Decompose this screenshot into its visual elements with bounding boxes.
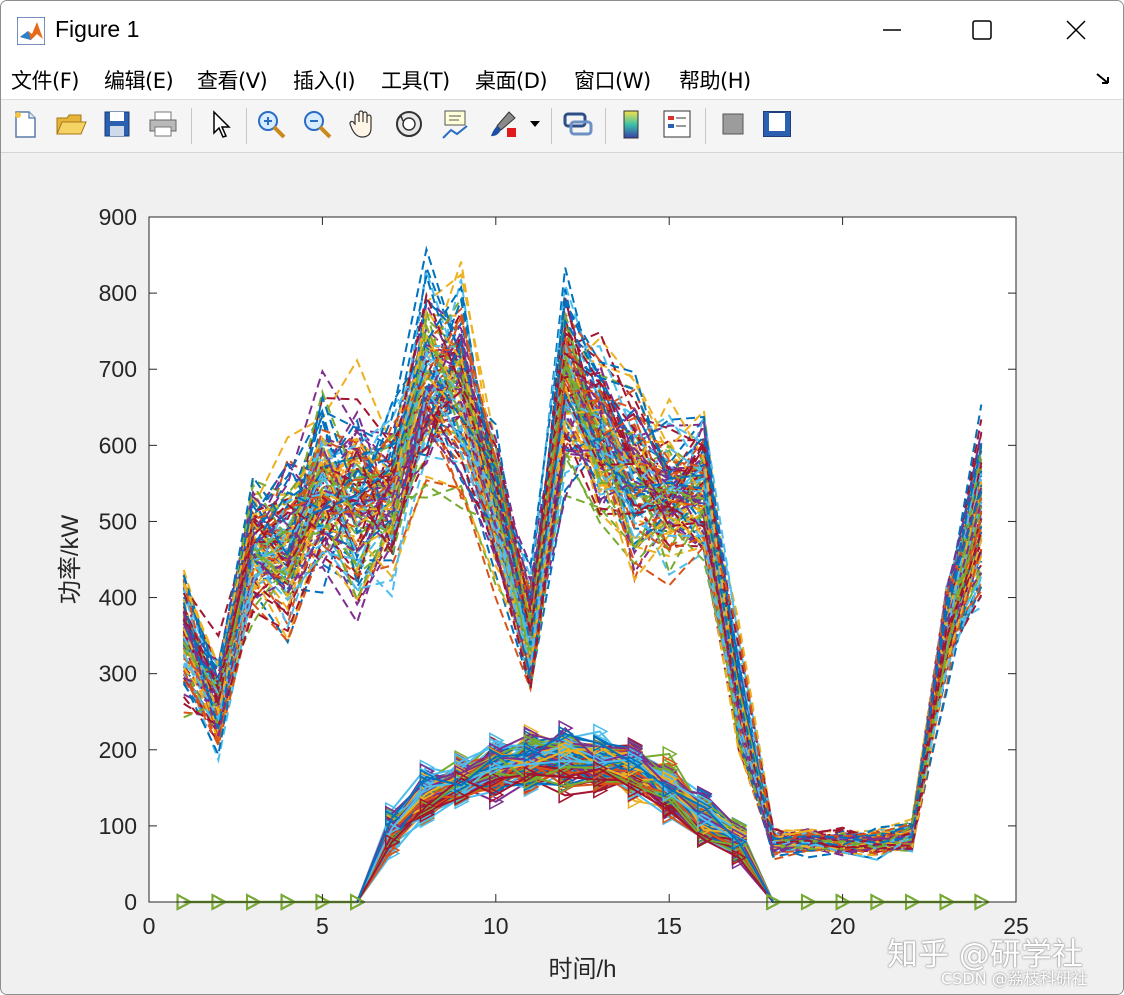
save-button[interactable] — [99, 106, 135, 142]
y-tick-label: 500 — [99, 508, 137, 534]
pan-hand-icon — [349, 110, 372, 138]
zoom-out-icon — [304, 111, 332, 139]
dock-figure-icon[interactable] — [1095, 71, 1113, 87]
data-cursor-button[interactable] — [437, 106, 473, 142]
rotate-3d-button[interactable] — [391, 106, 427, 142]
insert-colorbar-button[interactable] — [613, 106, 649, 142]
menu-view[interactable]: 查看(V) — [197, 65, 268, 95]
maximize-icon — [972, 20, 992, 40]
menu-insert[interactable]: 插入(I) — [293, 65, 356, 95]
close-button[interactable] — [1053, 11, 1099, 49]
matlab-logo-icon — [17, 17, 45, 45]
menu-desktop[interactable]: 桌面(D) — [475, 65, 548, 95]
minimize-icon — [883, 29, 901, 31]
minimize-button[interactable] — [869, 11, 915, 49]
x-tick-label: 10 — [483, 913, 509, 939]
y-tick-label: 700 — [99, 356, 137, 382]
print-button[interactable] — [145, 106, 181, 142]
y-tick-label: 400 — [99, 585, 137, 611]
x-tick-label: 0 — [143, 913, 156, 939]
x-axis-label: 时间/h — [548, 956, 616, 983]
insert-legend-icon — [663, 110, 691, 138]
pan-button[interactable] — [345, 106, 381, 142]
brush-icon — [491, 111, 516, 137]
y-tick-label: 800 — [99, 280, 137, 306]
menu-bar: 文件(F) 编辑(E) 查看(V) 插入(I) 工具(T) 桌面(D) 窗口(W… — [1, 59, 1123, 100]
maximize-button[interactable] — [959, 11, 1005, 49]
figure-window: Figure 1 文件(F) 编辑(E) 查看(V) 插入(I) 工具(T) 桌… — [0, 0, 1124, 995]
link-plot-button[interactable] — [559, 106, 595, 142]
print-icon — [149, 111, 177, 137]
rotate-3d-icon — [396, 111, 422, 137]
save-icon — [104, 111, 130, 137]
new-figure-icon — [15, 111, 36, 138]
y-axis-label: 功率/kW — [57, 514, 84, 604]
toolbar-separator — [605, 108, 606, 144]
show-plot-tools-icon — [763, 111, 791, 137]
y-tick-label: 300 — [99, 661, 137, 687]
watermark-csdn: CSDN @荔枝科研社 — [941, 969, 1088, 988]
menu-edit[interactable]: 编辑(E) — [104, 65, 174, 95]
new-figure-button[interactable] — [7, 106, 43, 142]
x-tick-label: 15 — [656, 913, 682, 939]
edit-plot-pointer-icon — [213, 110, 231, 138]
line-chart[interactable]: 0 5 10 15 20 250100200300400500600700800900时间… — [2, 154, 1122, 994]
hide-plot-tools-icon — [722, 113, 744, 135]
window-title: Figure 1 — [55, 16, 140, 42]
toolbar-separator — [705, 108, 706, 144]
link-plot-icon — [563, 112, 593, 136]
insert-legend-button[interactable] — [659, 106, 695, 142]
brush-dropdown-icon — [530, 121, 540, 127]
brush-button[interactable] — [485, 106, 521, 142]
show-plot-tools-button[interactable] — [759, 106, 795, 142]
figure-toolbar — [1, 100, 1123, 153]
figure-canvas: 0 5 10 15 20 25 0 100 200 300 400 500 600 700 800 900 时间… — [2, 154, 1122, 994]
data-cursor-icon — [442, 110, 468, 139]
toolbar-separator — [191, 108, 192, 144]
zoom-in-button[interactable] — [253, 106, 289, 142]
menu-file[interactable]: 文件(F) — [11, 65, 79, 95]
toolbar-separator — [551, 108, 552, 144]
menu-window[interactable]: 窗口(W) — [574, 65, 651, 95]
toolbar-separator — [246, 108, 247, 144]
zoom-in-icon — [258, 111, 286, 139]
x-tick-label: 5 — [316, 913, 329, 939]
x-tick-label: 20 — [830, 913, 856, 939]
y-tick-label: 100 — [99, 813, 137, 839]
open-file-icon — [56, 114, 87, 135]
y-tick-label: 0 — [124, 889, 137, 915]
edit-plot-button[interactable] — [201, 106, 237, 142]
zoom-out-button[interactable] — [299, 106, 335, 142]
close-icon — [1066, 20, 1086, 40]
open-file-button[interactable] — [53, 106, 89, 142]
menu-help[interactable]: 帮助(H) — [679, 65, 751, 95]
title-bar[interactable]: Figure 1 — [1, 1, 1123, 59]
y-tick-label: 900 — [99, 204, 137, 230]
menu-tools[interactable]: 工具(T) — [381, 65, 450, 95]
y-tick-label: 600 — [99, 432, 137, 458]
y-tick-label: 200 — [99, 737, 137, 763]
insert-colorbar-icon — [623, 110, 639, 139]
hide-plot-tools-button[interactable] — [715, 106, 751, 142]
brush-dropdown-button[interactable] — [525, 106, 545, 142]
